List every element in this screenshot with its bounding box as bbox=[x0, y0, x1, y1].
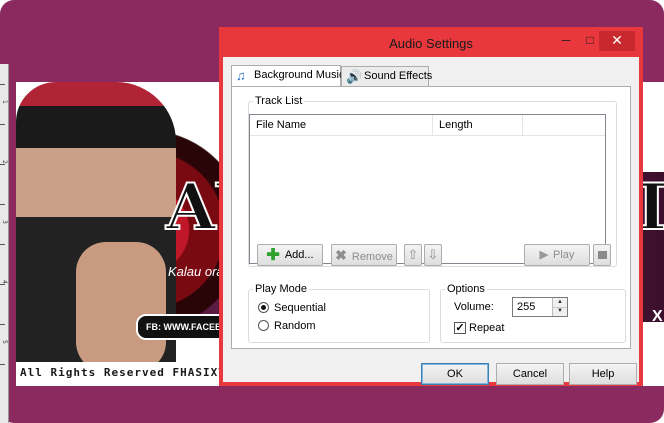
ruler-number: 1 bbox=[1, 100, 8, 104]
column-length[interactable]: Length bbox=[433, 115, 523, 135]
add-button-label: Add... bbox=[284, 249, 314, 261]
stop-button[interactable] bbox=[593, 244, 611, 266]
tab-label: Sound Effects bbox=[364, 70, 433, 82]
stop-icon bbox=[597, 251, 607, 259]
ok-button[interactable]: OK bbox=[421, 363, 489, 385]
remove-x-icon: ✖ bbox=[335, 247, 347, 263]
artwork-footer-text: All Rights Reserved FHASIXTE bbox=[20, 366, 234, 379]
track-list-legend: Track List bbox=[255, 95, 303, 107]
vertical-ruler: 1 2 3 4 5 bbox=[0, 64, 9, 423]
ruler-number: 2 bbox=[1, 160, 8, 164]
column-file-name[interactable]: File Name bbox=[250, 115, 433, 135]
cancel-button[interactable]: Cancel bbox=[496, 363, 564, 385]
radio-indicator bbox=[258, 302, 269, 313]
options-legend: Options bbox=[447, 283, 485, 295]
ruler-tick bbox=[0, 324, 5, 325]
title-bar[interactable]: Audio Settings ─ □ ✕ bbox=[223, 31, 639, 57]
random-label: Random bbox=[274, 320, 316, 332]
sequential-label: Sequential bbox=[274, 302, 326, 314]
tab-sound-effects[interactable]: 🔊 Sound Effects bbox=[341, 66, 433, 86]
ruler-number: 5 bbox=[1, 340, 8, 344]
arrow-down-icon: ⇩ bbox=[427, 247, 439, 262]
plus-icon: ✚ bbox=[266, 247, 280, 264]
repeat-checkbox[interactable]: ✓ bbox=[454, 322, 466, 334]
tab-background-music[interactable]: ♫ Background Music bbox=[231, 65, 345, 87]
minimize-button[interactable]: ─ bbox=[553, 31, 579, 51]
screen: 1 2 3 4 5 AU T Kalau oran adi FB: WWW.FA… bbox=[0, 0, 664, 423]
volume-value: 255 bbox=[517, 301, 536, 313]
audio-settings-dialog: Audio Settings ─ □ ✕ ♫ Background Music … bbox=[219, 27, 643, 386]
track-list[interactable]: File Name Length bbox=[249, 114, 606, 264]
spinner-arrows: ▲ ▼ bbox=[552, 298, 567, 316]
spinner-down-icon[interactable]: ▼ bbox=[553, 307, 567, 316]
ruler-number: 3 bbox=[1, 220, 8, 224]
remove-button-label: Remove bbox=[351, 251, 393, 263]
ruler-tick bbox=[0, 244, 5, 245]
artwork-corner-mark: X bbox=[652, 308, 663, 325]
arrow-up-icon: ⇧ bbox=[407, 247, 419, 262]
close-button[interactable]: ✕ bbox=[599, 31, 635, 51]
radio-indicator bbox=[258, 320, 269, 331]
ruler-tick bbox=[0, 284, 5, 285]
help-button[interactable]: Help bbox=[569, 363, 637, 385]
ruler-tick bbox=[0, 364, 5, 365]
artwork-hand bbox=[76, 242, 166, 372]
play-button[interactable]: ▶ Play bbox=[524, 244, 590, 266]
repeat-label: Repeat bbox=[469, 322, 505, 334]
music-note-icon: ♫ bbox=[236, 68, 246, 83]
move-down-button[interactable]: ⇩ bbox=[424, 244, 442, 266]
tab-label: Background Music bbox=[254, 69, 345, 81]
move-up-button[interactable]: ⇧ bbox=[404, 244, 422, 266]
remove-button[interactable]: ✖ Remove bbox=[331, 244, 397, 266]
track-list-header: File Name Length bbox=[250, 115, 605, 136]
volume-spinner[interactable]: 255 ▲ ▼ bbox=[512, 297, 568, 317]
ruler-number: 4 bbox=[1, 280, 8, 284]
ruler-tick bbox=[0, 124, 5, 125]
play-mode-legend: Play Mode bbox=[255, 283, 307, 295]
play-icon: ▶ bbox=[539, 249, 549, 261]
play-button-label: Play bbox=[553, 249, 575, 261]
ruler-tick bbox=[0, 204, 5, 205]
add-button[interactable]: ✚ Add... bbox=[257, 244, 323, 266]
volume-label: Volume: bbox=[454, 301, 494, 313]
speaker-icon: 🔊 bbox=[346, 69, 363, 84]
ruler-tick bbox=[0, 164, 5, 165]
ruler-tick bbox=[0, 84, 5, 85]
